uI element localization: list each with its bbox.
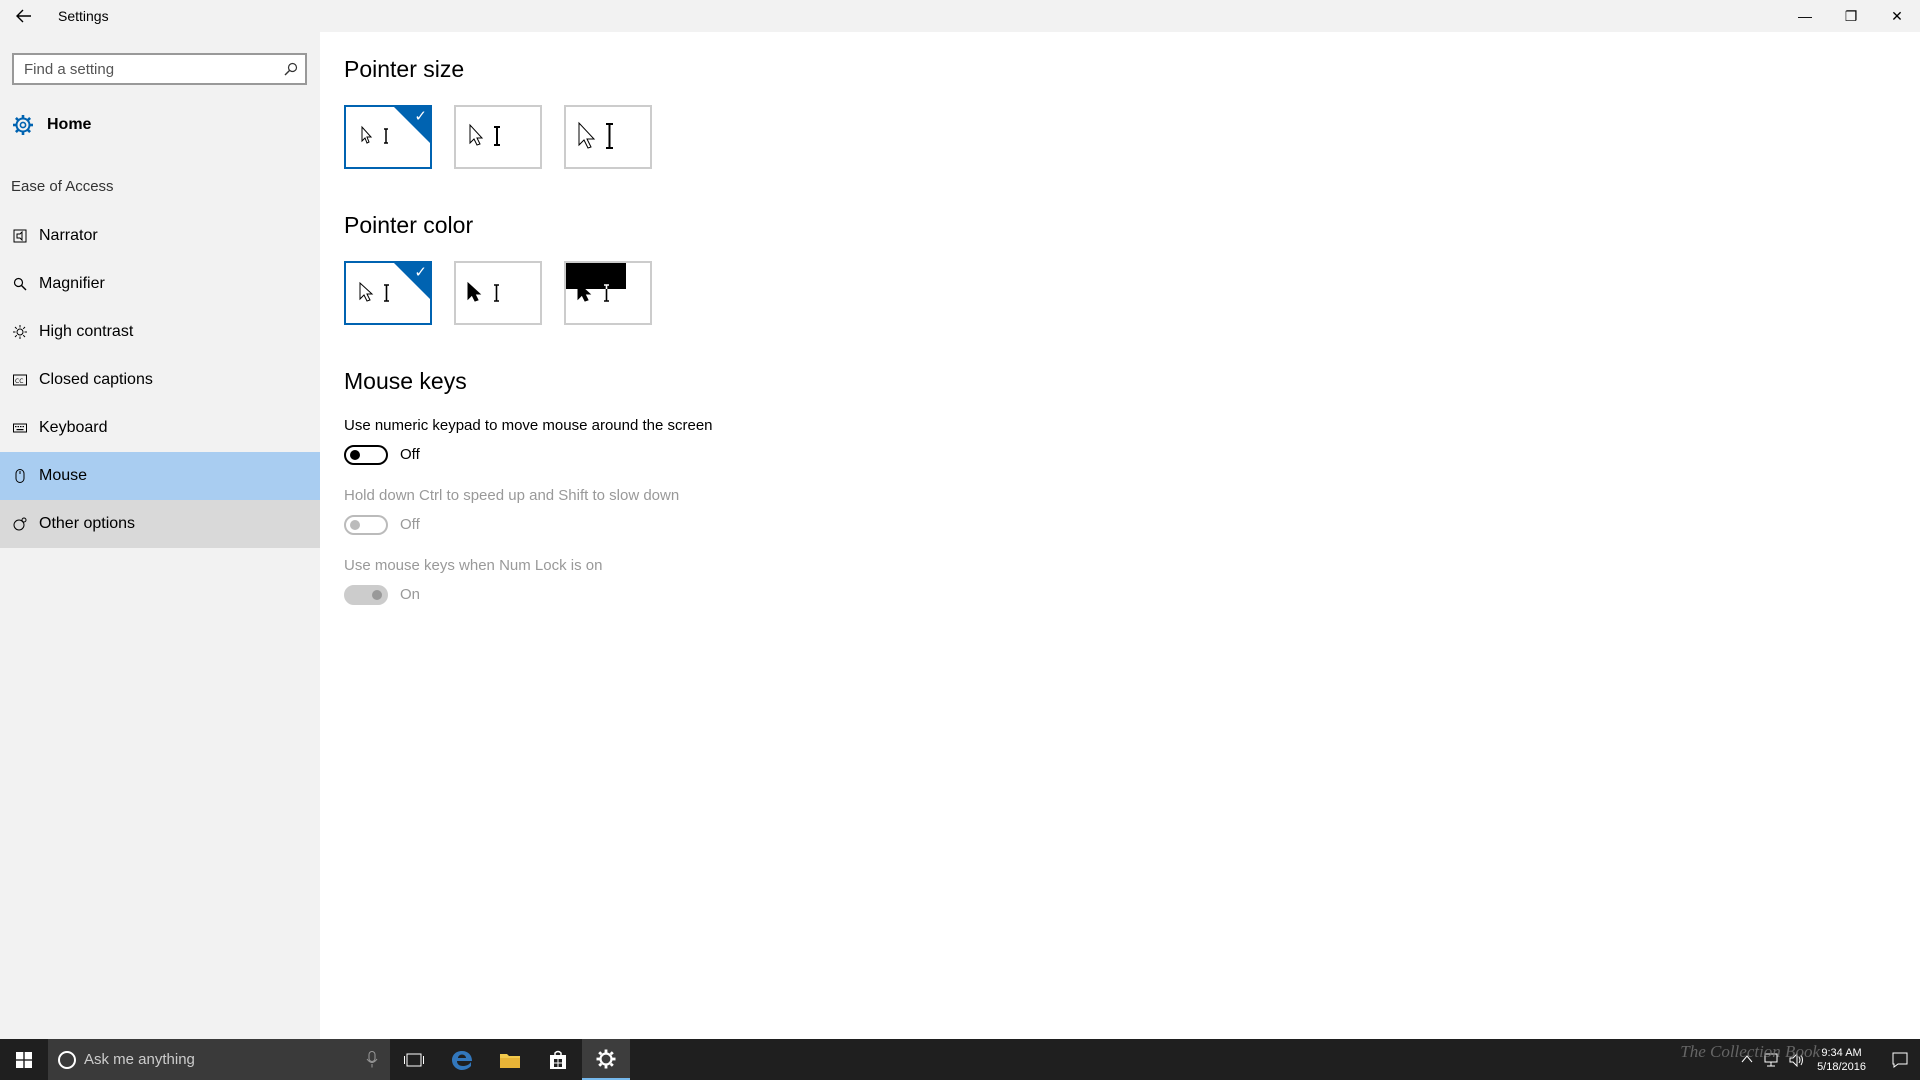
sidebar-item-other-options[interactable]: Other options xyxy=(0,500,320,548)
search-input[interactable] xyxy=(14,55,277,83)
settings-taskbar-button[interactable] xyxy=(582,1039,630,1080)
pointer-size-large-option[interactable] xyxy=(564,105,652,169)
taskbar: Ask me anything 9:34 AM 5/18/2016 xyxy=(0,1039,1920,1080)
sidebar-item-label: Other options xyxy=(39,515,136,532)
pointer-size-medium-option[interactable] xyxy=(454,105,542,169)
title-bar: Settings — ❐ ✕ xyxy=(0,0,1920,32)
close-button[interactable]: ✕ xyxy=(1874,0,1920,32)
pointer-size-heading: Pointer size xyxy=(344,56,465,82)
pointer-medium-icon xyxy=(469,123,500,146)
search-box xyxy=(12,53,307,85)
sidebar-item-narrator[interactable]: Narrator xyxy=(0,212,320,260)
other-options-icon xyxy=(12,516,28,532)
file-explorer-button[interactable] xyxy=(486,1039,534,1080)
mouse-keys-description: Use numeric keypad to move mouse around … xyxy=(344,417,713,434)
minimize-button[interactable]: — xyxy=(1782,0,1828,32)
pointer-large-icon xyxy=(578,121,613,149)
mouse-keys-state: Off xyxy=(400,446,420,463)
gear-icon xyxy=(12,113,36,137)
microphone-icon[interactable] xyxy=(366,1051,378,1068)
window-title: Settings xyxy=(58,8,109,24)
num-lock-state: On xyxy=(400,586,421,603)
keyboard-icon xyxy=(12,420,28,436)
sidebar-item-magnifier[interactable]: Magnifier xyxy=(0,260,320,308)
checkmark-icon: ✓ xyxy=(414,264,427,281)
mouse-keys-heading: Mouse keys xyxy=(344,368,467,394)
num-lock-toggle[interactable] xyxy=(344,585,388,605)
ctrl-shift-speed-state: Off xyxy=(400,516,420,533)
ctrl-shift-speed-toggle[interactable] xyxy=(344,515,388,535)
sidebar-item-keyboard[interactable]: Keyboard xyxy=(0,404,320,452)
cortana-search-box[interactable]: Ask me anything xyxy=(48,1039,390,1080)
task-view-icon xyxy=(404,1053,424,1066)
restore-icon: ❐ xyxy=(1844,7,1858,24)
sidebar: Home Ease of Access Narrator Magnifier H… xyxy=(0,32,320,1039)
sidebar-item-label: Narrator xyxy=(39,227,98,244)
main-content: Pointer size ✓ Pointer color ✓ Mouse key… xyxy=(320,32,1920,1039)
pointer-color-inverted-option[interactable] xyxy=(564,261,652,325)
toggle-knob xyxy=(350,450,360,460)
sidebar-nav: Narrator Magnifier High contrast CC Clos… xyxy=(0,212,320,548)
back-button[interactable] xyxy=(0,0,48,32)
pointer-color-black-option[interactable] xyxy=(454,261,542,325)
pointer-color-heading: Pointer color xyxy=(344,212,474,238)
minimize-icon: — xyxy=(1798,8,1812,24)
cortana-icon xyxy=(58,1050,76,1069)
store-button[interactable] xyxy=(534,1039,582,1080)
toggle-knob xyxy=(372,590,382,600)
store-icon xyxy=(550,1050,566,1069)
windows-logo-icon xyxy=(16,1051,32,1068)
num-lock-description: Use mouse keys when Num Lock is on xyxy=(344,557,603,574)
sidebar-item-closed-captions[interactable]: CC Closed captions xyxy=(0,356,320,404)
notifications-icon xyxy=(1892,1052,1908,1068)
folder-icon xyxy=(500,1053,520,1068)
pointer-black-icon xyxy=(467,281,499,302)
pointer-color-white-option[interactable]: ✓ xyxy=(344,261,432,325)
start-button[interactable] xyxy=(0,1039,48,1080)
clock-time: 9:34 AM xyxy=(1821,1046,1862,1059)
settings-gear-icon xyxy=(596,1049,616,1068)
sidebar-item-label: Magnifier xyxy=(39,275,105,292)
cortana-placeholder: Ask me anything xyxy=(84,1051,195,1068)
pointer-inverted-icon xyxy=(566,263,626,302)
mouse-keys-toggle[interactable] xyxy=(344,445,388,465)
clock[interactable]: 9:34 AM 5/18/2016 xyxy=(1817,1046,1866,1074)
mouse-icon xyxy=(12,468,28,484)
magnifier-icon xyxy=(12,276,28,292)
home-link[interactable]: Home xyxy=(0,105,320,145)
search-icon[interactable] xyxy=(277,62,305,76)
closed-captions-icon: CC xyxy=(12,372,28,388)
action-center-button[interactable] xyxy=(1880,1039,1920,1080)
task-view-button[interactable] xyxy=(390,1039,438,1080)
clock-date: 5/18/2016 xyxy=(1817,1060,1866,1073)
sidebar-item-label: High contrast xyxy=(39,323,134,340)
svg-text:CC: CC xyxy=(15,378,23,385)
sidebar-item-label: Closed captions xyxy=(39,371,153,388)
close-icon: ✕ xyxy=(1891,7,1903,24)
narrator-icon xyxy=(12,228,28,244)
section-label: Ease of Access xyxy=(11,178,114,195)
sidebar-item-mouse[interactable]: Mouse xyxy=(0,452,320,500)
pointer-size-small-option[interactable]: ✓ xyxy=(344,105,432,169)
toggle-knob xyxy=(350,520,360,530)
ctrl-shift-speed-description: Hold down Ctrl to speed up and Shift to … xyxy=(344,487,680,504)
sidebar-item-high-contrast[interactable]: High contrast xyxy=(0,308,320,356)
sidebar-item-label: Keyboard xyxy=(39,419,108,436)
home-label: Home xyxy=(47,116,92,133)
back-arrow-icon xyxy=(16,9,31,23)
watermark-text: The Collection Book xyxy=(1680,1042,1820,1061)
edge-icon xyxy=(452,1050,472,1070)
window-controls: — ❐ ✕ xyxy=(1782,0,1920,32)
high-contrast-icon xyxy=(12,324,28,340)
edge-browser-button[interactable] xyxy=(438,1039,486,1080)
checkmark-icon: ✓ xyxy=(414,108,427,125)
sidebar-item-label: Mouse xyxy=(39,467,88,484)
maximize-button[interactable]: ❐ xyxy=(1828,0,1874,32)
